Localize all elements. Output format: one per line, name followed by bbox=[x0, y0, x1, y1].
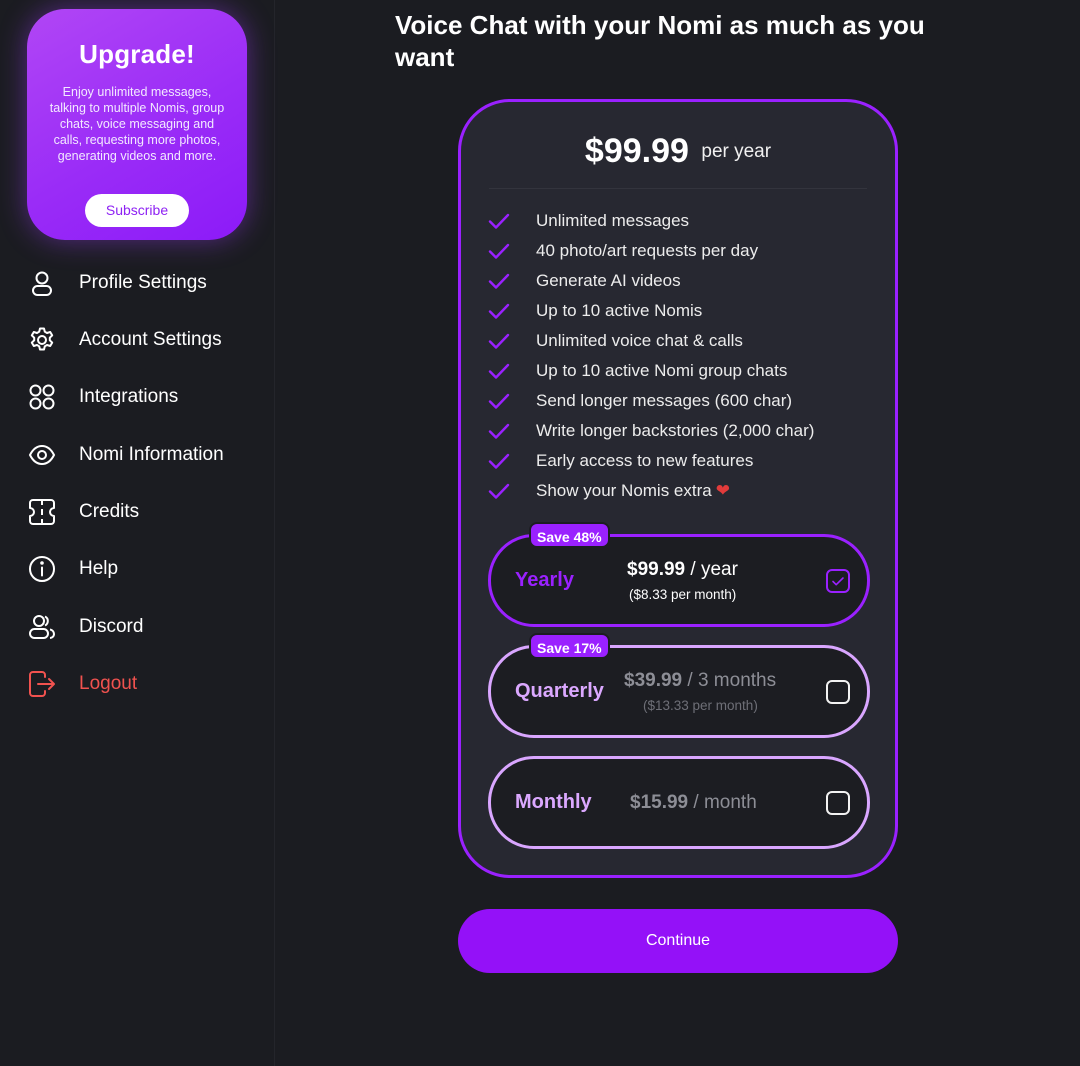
check-icon bbox=[488, 303, 510, 319]
plan-price-row: $99.99 per year bbox=[461, 132, 895, 171]
feature-item: Generate AI videos bbox=[487, 266, 814, 296]
option-checkbox[interactable] bbox=[826, 680, 850, 704]
check-icon bbox=[832, 577, 844, 586]
sidebar-item-help[interactable]: Help bbox=[28, 549, 118, 589]
upgrade-title: Upgrade! bbox=[79, 39, 195, 69]
sidebar-item-label: Integrations bbox=[79, 386, 179, 407]
sidebar-item-label: Nomi Information bbox=[79, 444, 224, 465]
option-checkbox[interactable] bbox=[826, 791, 850, 815]
option-amount: $99.99 bbox=[627, 559, 686, 580]
gear-icon bbox=[30, 327, 54, 351]
sidebar-item-label: Account Settings bbox=[79, 329, 222, 350]
sidebar-item-discord[interactable]: Discord bbox=[28, 607, 143, 647]
plan-price: $99.99 bbox=[584, 132, 689, 170]
check-icon bbox=[488, 453, 510, 469]
sidebar-item-label: Help bbox=[79, 558, 119, 579]
feature-label: Up to 10 active Nomi group chats bbox=[536, 361, 788, 380]
option-unit: / year bbox=[685, 559, 738, 580]
person-icon bbox=[32, 271, 52, 296]
option-per-month: ($13.33 per month) bbox=[643, 698, 758, 713]
grid-circles-icon bbox=[29, 384, 55, 410]
plan-option-quarterly[interactable]: Save 17% Quarterly $39.99 / 3 months ($1… bbox=[488, 633, 870, 738]
feature-label: Unlimited messages bbox=[536, 211, 690, 230]
plan-card: $99.99 per year Unlimited messages 40 ph… bbox=[458, 99, 898, 878]
sidebar-item-profile-settings[interactable]: Profile Settings bbox=[28, 263, 207, 303]
sidebar-item-nomi-information[interactable]: Nomi Information bbox=[28, 435, 224, 475]
check-icon bbox=[488, 333, 510, 349]
option-unit: / month bbox=[688, 792, 757, 813]
check-icon bbox=[488, 483, 510, 499]
check-icon bbox=[488, 363, 510, 379]
ticket-icon bbox=[29, 499, 55, 525]
feature-item: Unlimited voice chat & calls bbox=[487, 326, 814, 356]
check-icon bbox=[488, 273, 510, 289]
sidebar-item-integrations[interactable]: Integrations bbox=[28, 377, 178, 417]
option-name: Monthly bbox=[515, 791, 592, 813]
upgrade-description: Enjoy unlimited messages, talking to mul… bbox=[49, 85, 225, 163]
feature-label: Up to 10 active Nomis bbox=[536, 301, 703, 320]
continue-button[interactable]: Continue bbox=[458, 909, 898, 973]
option-per-month: ($8.33 per month) bbox=[629, 587, 737, 602]
sidebar-item-credits[interactable]: Credits bbox=[28, 492, 139, 532]
option-name: Yearly bbox=[515, 569, 574, 591]
check-icon bbox=[488, 393, 510, 409]
feature-item: Up to 10 active Nomi group chats bbox=[487, 356, 814, 386]
feature-label: Send longer messages (600 char) bbox=[536, 391, 793, 410]
feature-item: 40 photo/art requests per day bbox=[487, 236, 814, 266]
sidebar-item-label: Credits bbox=[79, 501, 140, 522]
sidebar-item-label: Logout bbox=[79, 673, 138, 694]
feature-label: Early access to new features bbox=[536, 451, 754, 470]
info-icon bbox=[29, 556, 55, 582]
option-amount: $39.99 bbox=[624, 670, 683, 691]
plan-period: per year bbox=[701, 140, 772, 162]
users-icon bbox=[29, 615, 56, 639]
feature-item: Early access to new features bbox=[487, 446, 814, 476]
feature-label: 40 photo/art requests per day bbox=[536, 241, 759, 260]
plan-option-monthly[interactable]: Monthly $15.99 / month bbox=[488, 756, 870, 849]
check-icon bbox=[488, 243, 510, 259]
option-name: Quarterly bbox=[515, 680, 604, 702]
heart-icon: ❤ bbox=[715, 481, 730, 500]
upgrade-card: Upgrade! Enjoy unlimited messages, talki… bbox=[27, 9, 247, 240]
sidebar-item-account-settings[interactable]: Account Settings bbox=[28, 320, 222, 360]
feature-list: Unlimited messages 40 photo/art requests… bbox=[487, 206, 814, 506]
feature-item: Up to 10 active Nomis bbox=[487, 296, 814, 326]
check-icon bbox=[488, 423, 510, 439]
feature-item: Send longer messages (600 char) bbox=[487, 386, 814, 416]
subscribe-button[interactable]: Subscribe bbox=[85, 194, 189, 227]
feature-label: Generate AI videos bbox=[536, 271, 681, 290]
sidebar-item-logout[interactable]: Logout bbox=[28, 664, 137, 704]
plan-option-yearly[interactable]: Save 48% Yearly $99.99 / year ($8.33 per… bbox=[488, 522, 870, 627]
option-price: $39.99 / 3 months bbox=[624, 670, 776, 692]
feature-item: Unlimited messages bbox=[487, 206, 814, 236]
option-unit: / 3 months bbox=[682, 670, 777, 691]
sidebar-item-label: Profile Settings bbox=[79, 272, 207, 293]
sidebar: Upgrade! Enjoy unlimited messages, talki… bbox=[0, 0, 275, 1066]
eye-icon bbox=[28, 444, 56, 466]
logout-icon bbox=[29, 671, 55, 697]
feature-label: Show your Nomis extra bbox=[536, 481, 712, 500]
check-icon bbox=[488, 213, 510, 229]
option-amount: $15.99 bbox=[630, 792, 689, 813]
page-heading: Voice Chat with your Nomi as much as you… bbox=[395, 10, 925, 72]
feature-label: Unlimited voice chat & calls bbox=[536, 331, 743, 350]
option-price: $99.99 / year bbox=[627, 559, 738, 581]
feature-item: Show your Nomis extra ❤ bbox=[487, 476, 814, 506]
feature-item: Write longer backstories (2,000 char) bbox=[487, 416, 814, 446]
option-checkbox[interactable] bbox=[826, 569, 850, 593]
sidebar-item-label: Discord bbox=[79, 616, 144, 637]
option-price: $15.99 / month bbox=[630, 792, 757, 814]
feature-label: Write longer backstories (2,000 char) bbox=[536, 421, 815, 440]
divider bbox=[489, 188, 867, 189]
